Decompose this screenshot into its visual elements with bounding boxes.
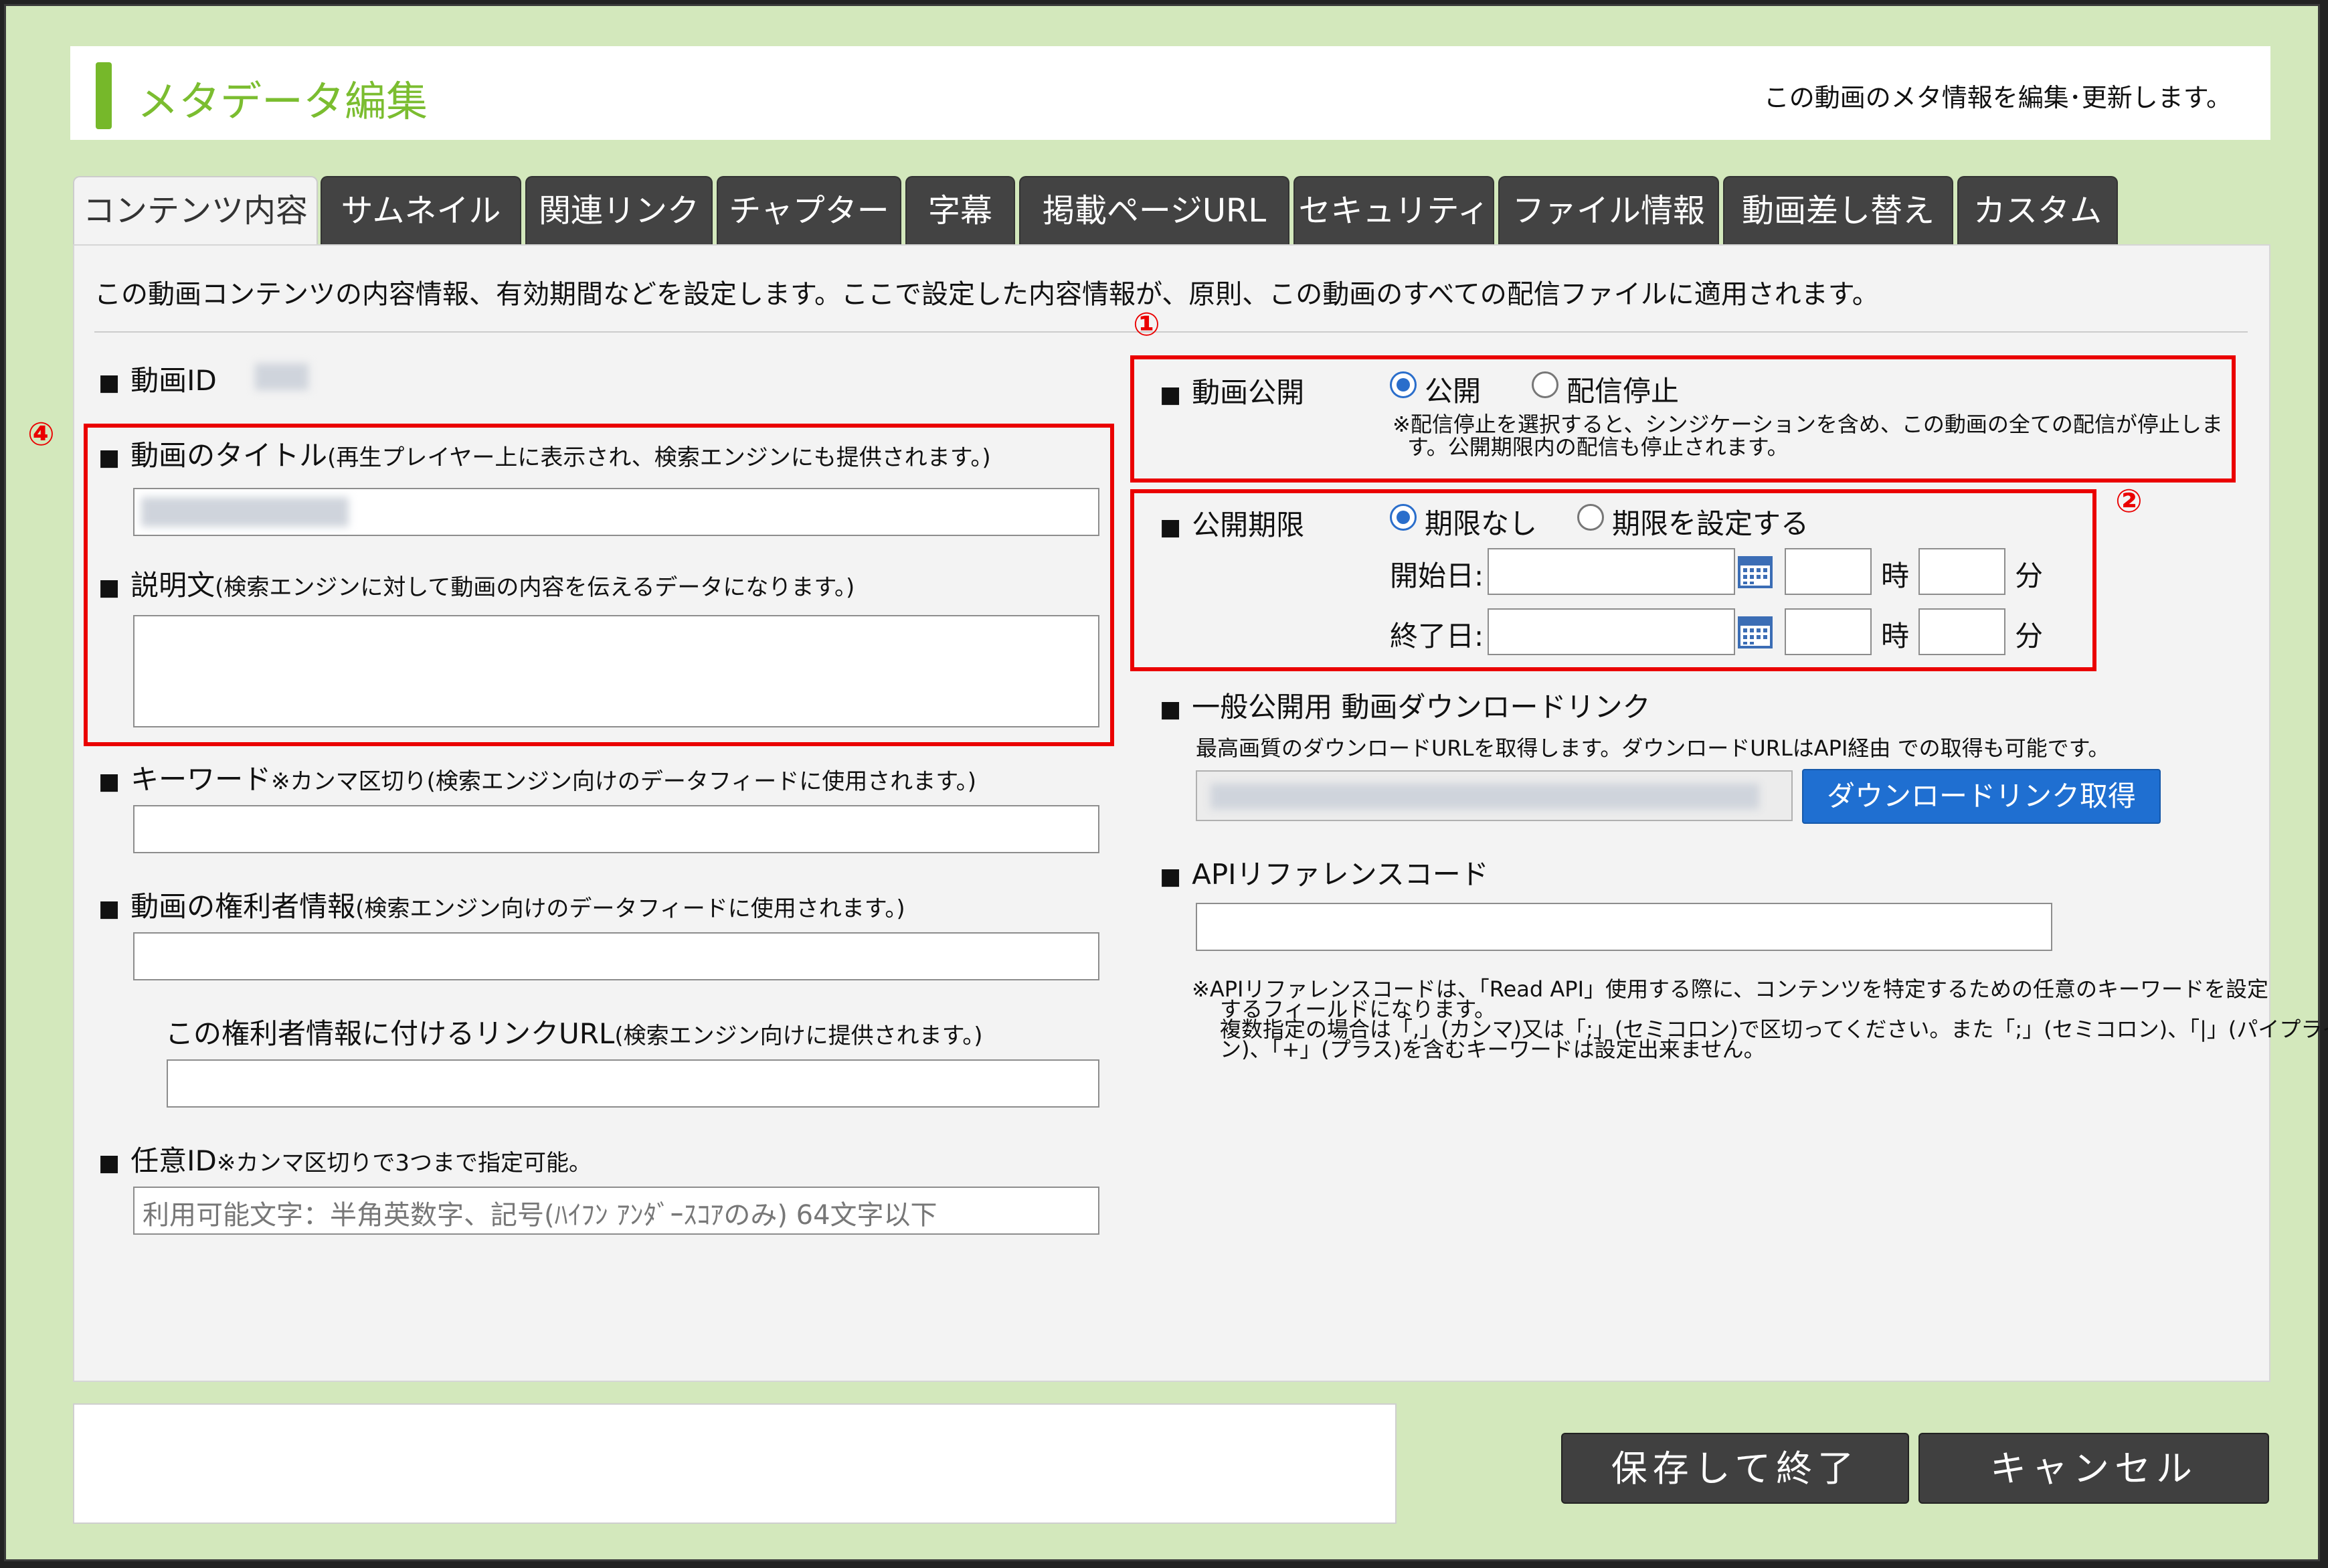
end-minute-unit: 分 <box>2015 620 2044 652</box>
rights-url-input[interactable] <box>167 1059 1099 1108</box>
publish-option-on: 公開 <box>1425 375 1482 408</box>
content-panel: この動画コンテンツの内容情報、有効期間などを設定します。ここで設定した内容情報が… <box>27 244 2328 1382</box>
start-hour-unit: 時 <box>1881 559 1910 592</box>
intro-text: この動画コンテンツの内容情報、有効期間などを設定します。ここで設定した内容情報が… <box>94 279 1879 310</box>
publish-radio-off[interactable] <box>1532 371 1558 398</box>
period-option-none: 期限なし <box>1425 507 1538 540</box>
publish-note-1: ※配信停止を選択すると、シンジケーションを含め、この動画の全ての配信が停止しま <box>1393 412 2223 437</box>
publish-label: ■ 動画公開 <box>1160 376 1305 409</box>
publish-option-off: 配信停止 <box>1566 375 1680 408</box>
tab-contents[interactable]: コンテンツ内容 <box>73 176 318 244</box>
period-option-set: 期限を設定する <box>1612 507 1809 540</box>
rights-label: ■ 動画の権利者情報(検索エンジン向けのデータフィードに使用されます。) <box>98 890 905 923</box>
custom-id-input[interactable]: 利用可能文字：半角英数字、記号(ﾊｲﾌﾝ ｱﾝﾀﾞｰｽｺｱのみ) 64文字以下 <box>133 1187 1099 1235</box>
dialog-frame: メタデータ編集 この動画のメタ情報を編集･更新します。 コンテンツ内容 サムネイ… <box>4 4 2328 1561</box>
get-download-link-button[interactable]: ダウンロードリンク取得 <box>1802 769 2161 824</box>
title-label: ■ 動画のタイトル(再生プレイヤー上に表示され、検索エンジンにも提供されます。) <box>98 439 991 472</box>
tab-security[interactable]: セキュリティ <box>1293 176 1494 244</box>
end-minute-input[interactable] <box>1918 608 2005 655</box>
start-date-label: 開始日: <box>1390 559 1484 592</box>
page-title: メタデータ編集 <box>137 77 428 126</box>
download-label: ■ 一般公開用 動画ダウンロードリンク <box>1160 691 1651 723</box>
description-label: ■ 説明文(検索エンジンに対して動画の内容を伝えるデータになります。) <box>98 569 855 602</box>
download-note: 最高画質のダウンロードURLを取得します。ダウンロードURLはAPI経由 での取… <box>1196 735 2110 761</box>
tab-replace-video[interactable]: 動画差し替え <box>1723 176 1953 244</box>
rights-input[interactable] <box>133 932 1099 980</box>
title-input[interactable] <box>133 488 1099 536</box>
tab-chapters[interactable]: チャプター <box>717 176 901 244</box>
period-label: ■ 公開期限 <box>1160 509 1305 541</box>
start-minute-input[interactable] <box>1918 548 2005 595</box>
calendar-icon[interactable] <box>1738 616 1773 648</box>
tab-custom[interactable]: カスタム <box>1957 176 2118 244</box>
calendar-icon[interactable] <box>1738 556 1773 588</box>
rights-url-label: この権利者情報に付けるリンクURL(検索エンジン向けに提供されます。) <box>165 1017 983 1050</box>
save-and-close-button[interactable]: 保存して終了 <box>1561 1433 1909 1504</box>
tab-page-url[interactable]: 掲載ページURL <box>1019 176 1289 244</box>
period-radio-none[interactable] <box>1390 504 1417 531</box>
marker-4: ④ <box>27 416 55 453</box>
end-hour-unit: 時 <box>1881 620 1910 652</box>
page-description: この動画のメタ情報を編集･更新します。 <box>1763 83 2232 112</box>
tab-file-info[interactable]: ファイル情報 <box>1498 176 1719 244</box>
api-note-4: ン)、「+」(プラス)を含むキーワードは設定出来ません。 <box>1220 1037 1765 1062</box>
end-hour-input[interactable] <box>1785 608 1872 655</box>
tab-related-links[interactable]: 関連リンク <box>525 176 713 244</box>
status-area <box>73 1403 1397 1524</box>
header-accent-bar <box>96 62 112 129</box>
keywords-label: ■ キーワード※カンマ区切り(検索エンジン向けのデータフィードに使用されます。) <box>98 763 977 796</box>
api-ref-input[interactable] <box>1196 903 2052 951</box>
end-date-input[interactable] <box>1488 608 1735 655</box>
custom-id-label: ■ 任意ID※カンマ区切りで3つまで指定可能。 <box>98 1144 592 1177</box>
page-header: メタデータ編集 この動画のメタ情報を編集･更新します。 <box>70 46 2270 140</box>
video-id-label: ■ 動画ID <box>98 364 217 397</box>
period-radio-set[interactable] <box>1577 504 1604 531</box>
publish-radio-on[interactable] <box>1390 371 1417 398</box>
api-ref-label: ■ APIリファレンスコード <box>1160 858 1489 891</box>
description-textarea[interactable] <box>133 615 1099 727</box>
custom-id-placeholder: 利用可能文字：半角英数字、記号(ﾊｲﾌﾝ ｱﾝﾀﾞｰｽｺｱのみ) 64文字以下 <box>143 1200 937 1231</box>
tab-subtitles[interactable]: 字幕 <box>905 176 1015 244</box>
download-url-field[interactable] <box>1196 770 1793 821</box>
marker-2: ② <box>2115 483 2143 520</box>
start-date-input[interactable] <box>1488 548 1735 595</box>
start-minute-unit: 分 <box>2015 559 2044 592</box>
cancel-button[interactable]: キャンセル <box>1918 1433 2269 1504</box>
end-date-label: 終了日: <box>1390 620 1484 652</box>
tab-thumbnail[interactable]: サムネイル <box>321 176 521 244</box>
start-hour-input[interactable] <box>1785 548 1872 595</box>
video-id-value-blurred <box>255 363 308 390</box>
divider <box>94 331 2248 333</box>
marker-1: ① <box>1133 306 1160 343</box>
keywords-input[interactable] <box>133 805 1099 853</box>
publish-note-2: す。公開期限内の配信も停止されます。 <box>1407 434 1789 460</box>
